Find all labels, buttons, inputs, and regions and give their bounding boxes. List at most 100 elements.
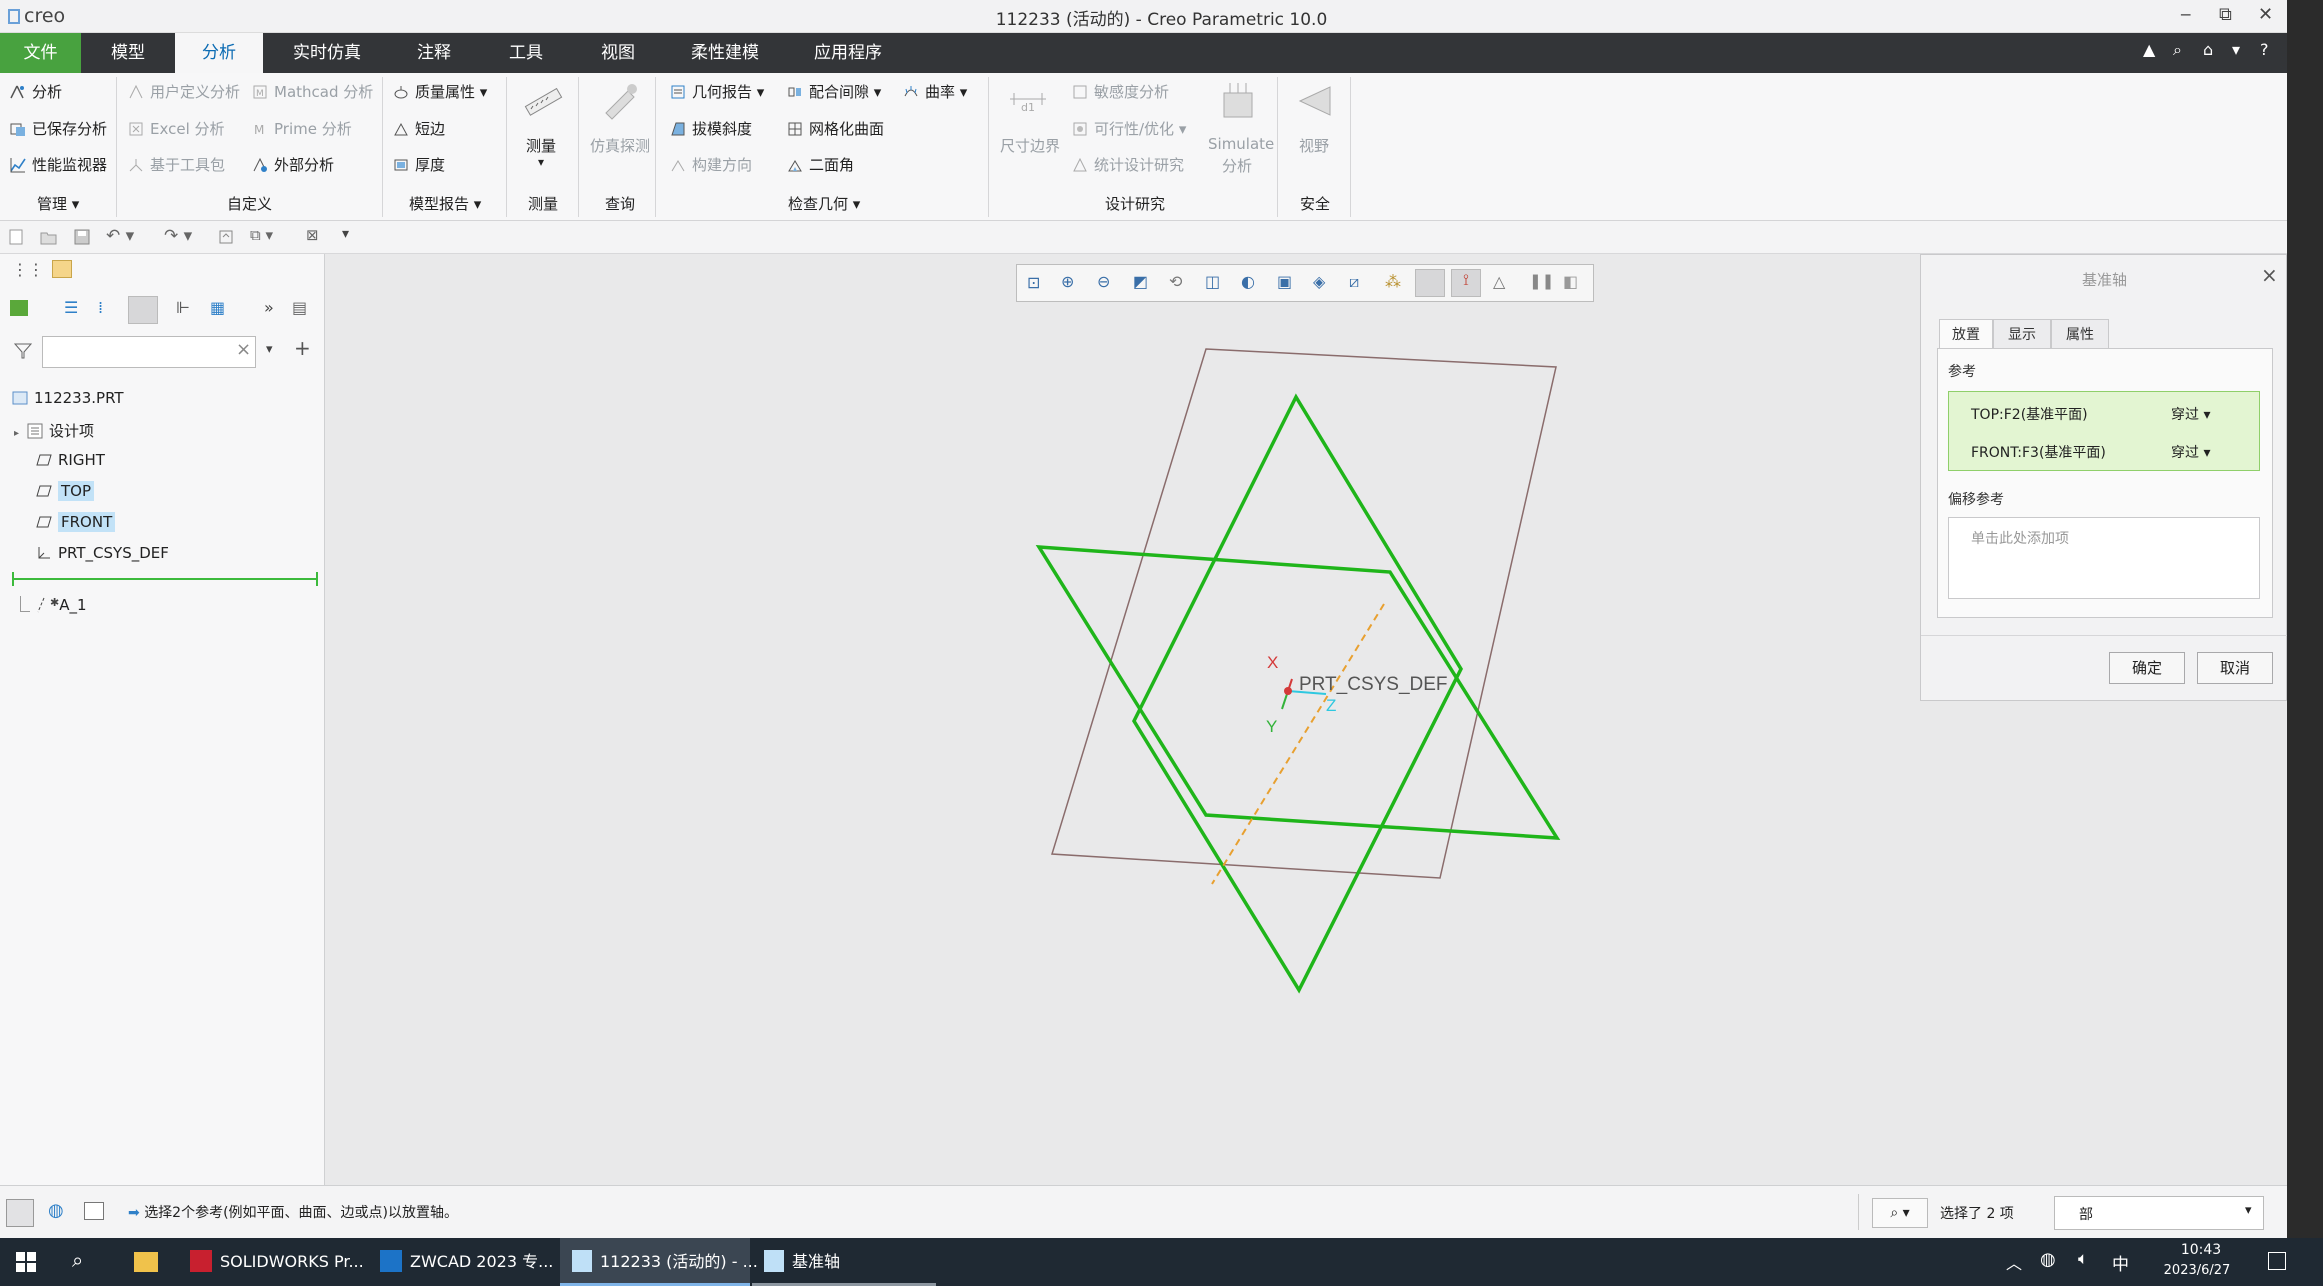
tree-columns-icon[interactable]: ☰ <box>64 298 78 317</box>
tree-search-input[interactable] <box>42 336 256 368</box>
references-list[interactable]: TOP:F2(基准平面) 穿过 ▾ FRONT:F3(基准平面) 穿过 ▾ <box>1948 391 2260 471</box>
help-icon[interactable]: ? <box>2260 40 2269 59</box>
clear-search-icon[interactable]: × <box>236 339 251 360</box>
collapse-ribbon-icon[interactable]: ▲ <box>2143 40 2155 59</box>
dropdown-icon[interactable]: ▾ <box>2232 40 2240 59</box>
close-window-icon[interactable]: ⊠ <box>306 226 319 244</box>
filter-dropdown-icon[interactable]: ▾ <box>2245 1203 2252 1218</box>
reference-front-constraint[interactable]: 穿过 ▾ <box>2171 442 2210 462</box>
regenerate-icon[interactable] <box>218 229 234 245</box>
thickness-button[interactable]: 厚度 <box>393 154 445 175</box>
find-button[interactable]: ⌕ ▾ <box>1872 1198 1928 1228</box>
full-screen-icon[interactable] <box>84 1202 104 1220</box>
tab-applications[interactable]: 应用程序 <box>802 33 894 73</box>
customize-toolbar-icon[interactable]: ▾ <box>342 226 349 242</box>
search-options-dropdown-icon[interactable]: ▾ <box>266 342 273 357</box>
short-edge-button[interactable]: 短边 <box>393 118 445 139</box>
tree-root[interactable]: 112233.PRT <box>12 389 124 407</box>
tab-tools[interactable]: 工具 <box>494 33 558 73</box>
tab-view[interactable]: 视图 <box>586 33 650 73</box>
command-search-icon[interactable]: ⌂ <box>2203 40 2213 59</box>
tree-filter-icon[interactable]: ⁞ <box>98 298 103 317</box>
draft-button[interactable]: 拔模斜度 <box>670 118 752 139</box>
model-tree-tab-icon[interactable]: ⋮⋮ <box>12 260 44 279</box>
layer-tree-tab-icon[interactable] <box>52 260 72 278</box>
taskbar-creo-main[interactable]: 112233 (活动的) - ... <box>560 1238 758 1286</box>
windows-icon[interactable]: ⧉ ▾ <box>250 226 273 244</box>
tab-simulation[interactable]: 实时仿真 <box>280 33 374 73</box>
mass-properties-button[interactable]: 质量属性 ▾ <box>393 81 487 102</box>
tree-display-icon[interactable]: ▦ <box>210 298 225 317</box>
undo-icon[interactable]: ↶ ▾ <box>106 226 134 246</box>
tree-item-right[interactable]: RIGHT <box>36 451 105 469</box>
toggle-navigator-icon[interactable] <box>6 1199 34 1227</box>
group-model-report[interactable]: 模型报告 ▾ <box>409 193 481 214</box>
tree-item-front[interactable]: FRONT <box>36 512 116 532</box>
tree-item-top[interactable]: TOP <box>36 481 95 501</box>
front-plane-outline[interactable] <box>1051 348 1557 879</box>
tab-annotate[interactable]: 注释 <box>400 33 468 73</box>
file-explorer-icon[interactable] <box>134 1252 158 1272</box>
tab-analysis[interactable]: 分析 <box>175 33 263 73</box>
external-analysis-button[interactable]: 外部分析 <box>252 154 334 175</box>
browser-icon[interactable]: ◍ <box>48 1200 64 1221</box>
expand-icon[interactable]: ⊩ <box>176 298 190 317</box>
taskbar-solidworks[interactable]: SOLIDWORKS Pr... <box>180 1238 364 1286</box>
new-file-icon[interactable] <box>8 229 24 245</box>
geometry-report-button[interactable]: 几何报告 ▾ <box>670 81 764 102</box>
ok-button[interactable]: 确定 <box>2109 652 2185 684</box>
cancel-button[interactable]: 取消 <box>2197 652 2273 684</box>
reference-top-constraint[interactable]: 穿过 ▾ <box>2171 404 2210 424</box>
open-file-icon[interactable] <box>40 229 58 245</box>
offset-references-list[interactable]: 单击此处添加项 <box>1948 517 2260 599</box>
save-icon[interactable] <box>74 229 90 245</box>
datum-axis-preview[interactable] <box>1211 603 1385 885</box>
add-filter-icon[interactable]: + <box>294 336 311 360</box>
search-icon[interactable]: ⌕ <box>2173 40 2182 60</box>
show-icon[interactable] <box>10 300 28 316</box>
reference-top[interactable]: TOP:F2(基准平面) <box>1971 404 2088 424</box>
group-manage[interactable]: 管理 ▾ <box>37 193 79 214</box>
curvature-button[interactable]: 曲率 ▾ <box>903 81 967 102</box>
tray-chevron-icon[interactable]: ︿ <box>2006 1250 2022 1274</box>
restore-button[interactable]: ⧉ <box>2219 4 2232 25</box>
tab-flexible-modeling[interactable]: 柔性建模 <box>682 33 768 73</box>
saved-analysis-button[interactable]: 已保存分析 <box>10 118 107 139</box>
clearance-button[interactable]: 配合间隙 ▾ <box>787 81 881 102</box>
taskbar-datum-axis[interactable]: 基准轴 <box>752 1238 936 1286</box>
mesh-surface-button[interactable]: 网格化曲面 <box>787 118 884 139</box>
insert-here-line[interactable] <box>12 578 318 580</box>
tab-display[interactable]: 显示 <box>1993 319 2051 349</box>
clock-date[interactable]: 2023/6/27 <box>2136 1263 2258 1278</box>
analysis-button[interactable]: 分析 <box>10 81 62 102</box>
tab-model[interactable]: 模型 <box>96 33 160 73</box>
tree-item-design-items[interactable]: ▸ 设计项 <box>14 420 94 441</box>
minimize-button[interactable]: ‒ <box>2180 4 2191 25</box>
windows-start-icon[interactable] <box>16 1252 36 1272</box>
dihedral-angle-button[interactable]: 二面角 <box>787 154 854 175</box>
network-icon[interactable]: ◍ <box>2040 1249 2056 1270</box>
performance-monitor-button[interactable]: 性能监视器 <box>10 154 107 175</box>
reference-front[interactable]: FRONT:F3(基准平面) <box>1971 442 2106 462</box>
tree-item-csys[interactable]: PRT_CSYS_DEF <box>36 544 169 562</box>
close-button[interactable]: ✕ <box>2258 4 2273 25</box>
taskbar-zwcad[interactable]: ZWCAD 2023 专... <box>370 1238 553 1286</box>
search-icon[interactable]: ⌕ <box>72 1248 83 1272</box>
input-method[interactable]: 中 <box>2112 1250 2129 1275</box>
tree-item-a1[interactable]: ✱A_1 <box>20 596 87 614</box>
selection-filter-dropdown[interactable]: 部 ▾ <box>2054 1196 2264 1230</box>
tab-placement[interactable]: 放置 <box>1939 319 1993 349</box>
clock-time[interactable]: 10:43 <box>2146 1242 2256 1258</box>
group-inspect-geometry[interactable]: 检查几何 ▾ <box>788 193 860 214</box>
volume-icon[interactable]: 🔈︎ <box>2078 1249 2088 1269</box>
tab-file[interactable]: 文件 <box>0 33 81 73</box>
notification-icon[interactable] <box>2268 1252 2286 1270</box>
tree-settings-icon[interactable] <box>128 296 158 324</box>
redo-icon[interactable]: ↷ ▾ <box>164 226 192 246</box>
expand-arrow-icon[interactable]: ▸ <box>14 428 19 439</box>
measure-button[interactable]: 测量 <box>526 135 556 156</box>
dialog-close-icon[interactable]: × <box>2261 263 2278 287</box>
tree-options-icon[interactable]: ▤ <box>292 298 307 317</box>
tab-properties[interactable]: 属性 <box>2051 319 2109 349</box>
measure-dropdown-icon[interactable]: ▾ <box>538 155 544 169</box>
